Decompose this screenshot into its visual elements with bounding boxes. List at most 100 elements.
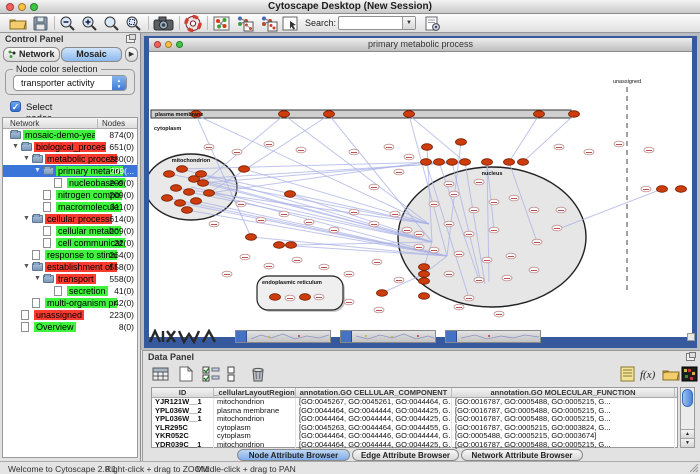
new-attribute-icon[interactable]	[176, 365, 196, 383]
formula-builder-icon[interactable]: f(x)	[638, 365, 658, 383]
import-attributes-icon[interactable]	[661, 365, 681, 383]
window-resize-grip[interactable]	[689, 463, 699, 473]
attribute-matrix-icon[interactable]	[681, 365, 700, 383]
tree-row-nitrogen-compo[interactable]: nitrogen compo209(0)	[3, 189, 137, 201]
zoom-selected-icon[interactable]	[124, 15, 144, 32]
float-data-panel-icon[interactable]	[686, 353, 695, 361]
scrollbar-thumb[interactable]	[682, 389, 693, 407]
tree-row-macromolecule[interactable]: macromolecule311(0)	[3, 201, 137, 213]
select-nodes-checkbox[interactable]: ✓	[10, 101, 21, 112]
tree-row-cell-communicat[interactable]: cell communicat22(0)	[3, 237, 137, 249]
snapshot-camera-icon[interactable]	[153, 15, 173, 32]
network-overview-icon[interactable]	[212, 15, 232, 32]
minimized-network-window-1[interactable]	[235, 330, 331, 343]
network-tree-header[interactable]: Network Nodes	[3, 118, 137, 129]
expand-triangle-icon[interactable]: ▼	[23, 155, 30, 163]
expand-triangle-icon[interactable]: ▼	[34, 167, 41, 175]
netwin-resize-grip[interactable]	[687, 333, 695, 341]
tree-row-nucleobase-c[interactable]: nucleobase-c209(0)	[3, 177, 137, 189]
column-header-3[interactable]: annotation.GO MOLECULAR_FUNCTION	[452, 388, 675, 398]
open-session-icon[interactable]	[8, 15, 28, 32]
search-settings-icon[interactable]	[423, 15, 443, 32]
save-session-icon[interactable]	[31, 15, 51, 32]
network-window-titlebar[interactable]: primary metabolic process	[149, 38, 692, 52]
tree-row-response-to-stimulu[interactable]: response to stimulu264(0)	[3, 249, 137, 261]
expand-triangle-icon[interactable]: ▼	[12, 143, 19, 151]
tab-mosaic[interactable]: Mosaic	[61, 47, 122, 62]
search-dropdown-arrow[interactable]: ▼	[402, 17, 415, 29]
tree-row-cellular-process[interactable]: ▼cellular process614(0)	[3, 213, 137, 225]
tree-item-count: 209(0)	[96, 178, 134, 188]
tree-row-secretion[interactable]: secretion41(0)	[3, 285, 137, 297]
search-input[interactable]: ▼	[338, 16, 416, 30]
netwin-minimize-button[interactable]	[165, 41, 172, 48]
table-row-YJR121W__1[interactable]: YJR121W__1mitochondrion[GO:0045267, GO:0…	[152, 398, 677, 407]
zoom-out-icon[interactable]	[58, 15, 78, 32]
tree-row-metabolic-process[interactable]: ▼metabolic process280(0)	[3, 153, 137, 165]
zoom-window-button[interactable]	[30, 3, 38, 11]
table-row-YLR295C[interactable]: YLR295Ccytoplasm[GO:0045263, GO:0044464,…	[152, 424, 677, 433]
scroll-down-arrow[interactable]: ▼	[681, 438, 694, 447]
tree-row-cellular-metabo[interactable]: cellular metabo209(0)	[3, 225, 137, 237]
table-row-YKR052C[interactable]: YKR052Ccytoplasm[GO:0044464, GO:0044446,…	[152, 432, 677, 441]
tree-row-overview[interactable]: Overview8(0)	[3, 321, 137, 333]
attribute-table: ID_cellularLayoutRegionannotation.GO CEL…	[151, 387, 678, 448]
column-header-1[interactable]: _cellularLayoutRegion	[214, 388, 296, 398]
selected-gene-node	[377, 290, 388, 297]
minimized-network-window-3[interactable]	[445, 330, 541, 343]
tree-row-unassigned[interactable]: unassigned223(0)	[3, 309, 137, 321]
file-icon	[21, 310, 29, 320]
tab-network[interactable]: Network	[3, 47, 60, 62]
netwin-close-button[interactable]	[154, 41, 161, 48]
tree-row-mosaic-demo-yeast[interactable]: mosaic-demo-yeast874(0)	[3, 129, 137, 141]
tree-row-establishment-of-lo[interactable]: ▼establishment of lo558(0)	[3, 261, 137, 273]
attribute-table-icon[interactable]	[151, 365, 171, 383]
column-header-2[interactable]: annotation.GO CELLULAR_COMPONENT	[296, 388, 452, 398]
selected-gene-node	[518, 159, 529, 166]
zoom-in-icon[interactable]	[80, 15, 100, 32]
table-cell: cytoplasm	[214, 424, 296, 433]
scroll-up-arrow[interactable]: ▲	[681, 429, 694, 438]
tree-row-biological-process[interactable]: ▼biological_process651(0)	[3, 141, 137, 153]
float-panel-icon[interactable]	[126, 35, 135, 43]
node-color-selection-label: Node color selection	[13, 64, 101, 74]
expand-triangle-icon[interactable]: ▼	[23, 215, 30, 223]
tree-row-transport[interactable]: ▼transport558(0)	[3, 273, 137, 285]
table-row-YPL036W__2[interactable]: YPL036W__2plasma membrane[GO:0044464, GO…	[152, 407, 677, 416]
selected-gene-node	[279, 111, 290, 118]
create-view-icon[interactable]	[234, 15, 254, 32]
table-row-YDR039C__1[interactable]: YDR039C__1mitochondrion[GO:0044464, GO:0…	[152, 441, 677, 450]
table-cell: YJR121W__1	[152, 398, 214, 407]
tab-edge-attribute-browser[interactable]: Edge Attribute Browser	[352, 449, 459, 461]
tree-row-multi-organism-pro[interactable]: multi-organism pro42(0)	[3, 297, 137, 309]
minimize-window-button[interactable]	[18, 3, 26, 11]
help-lifebuoy-icon[interactable]	[184, 15, 204, 32]
tree-col-nodes[interactable]: Nodes	[102, 119, 125, 128]
attribute-editor-icon[interactable]	[618, 365, 638, 383]
close-window-button[interactable]	[6, 3, 14, 11]
tree-row-primary-metabo[interactable]: ▼primary metabo209(...	[3, 165, 137, 177]
zoom-fit-icon[interactable]	[102, 15, 122, 32]
tree-col-network[interactable]: Network	[10, 119, 39, 128]
network-canvas[interactable]: plasma membranecytoplasmmitochondrionnuc…	[149, 52, 692, 337]
expand-triangle-icon[interactable]: ▼	[23, 263, 30, 271]
node-color-dropdown[interactable]: transporter activity ▲▼	[13, 75, 127, 91]
destroy-view-icon[interactable]	[258, 15, 278, 32]
folder-icon	[10, 131, 21, 139]
more-tabs-arrow[interactable]: ▶	[125, 47, 138, 62]
column-header-0[interactable]: ID	[152, 388, 214, 398]
expand-triangle-icon[interactable]: ▼	[34, 275, 41, 283]
attribute-table-header[interactable]: ID_cellularLayoutRegionannotation.GO CEL…	[152, 388, 677, 398]
tab-node-attribute-browser[interactable]: Node Attribute Browser	[237, 449, 350, 461]
table-row-YPL036W__1[interactable]: YPL036W__1mitochondrion[GO:0044464, GO:0…	[152, 415, 677, 424]
tab-network-attribute-browser[interactable]: Network Attribute Browser	[461, 449, 583, 461]
netwin-zoom-button[interactable]	[176, 41, 183, 48]
network-window[interactable]: primary metabolic process plasma membran…	[144, 36, 697, 348]
delete-attribute-icon[interactable]	[248, 365, 268, 383]
minimized-network-window-2[interactable]	[340, 330, 436, 343]
select-attributes-icon[interactable]	[201, 365, 221, 383]
annotation-icon[interactable]	[281, 15, 301, 32]
unselect-attributes-icon[interactable]	[223, 365, 243, 383]
window-titlebar[interactable]: Cytoscape Desktop (New Session)	[0, 0, 700, 14]
table-scrollbar[interactable]: ▲ ▼	[680, 387, 695, 448]
